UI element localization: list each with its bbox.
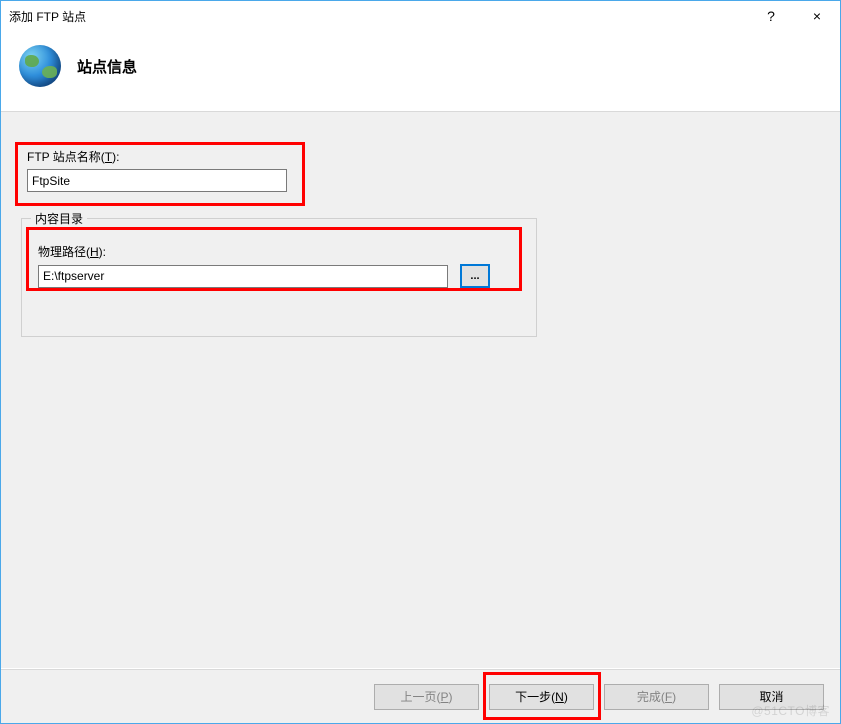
globe-icon: [19, 45, 61, 87]
content-directory-group: 内容目录 物理路径(H): ...: [21, 218, 537, 337]
site-name-label: FTP 站点名称(T):: [27, 148, 820, 165]
help-button[interactable]: ?: [748, 1, 794, 31]
wizard-footer: 上一页(P) 下一步(N) 完成(F) 取消: [1, 669, 840, 723]
next-button[interactable]: 下一步(N): [489, 684, 594, 710]
wizard-content: FTP 站点名称(T): 内容目录 物理路径(H): ...: [1, 112, 840, 668]
wizard-header: 站点信息: [1, 31, 840, 112]
wizard-header-title: 站点信息: [77, 56, 137, 77]
physical-path-input[interactable]: [38, 265, 448, 288]
physical-path-group: 物理路径(H): ...: [34, 237, 524, 288]
finish-button: 完成(F): [604, 684, 709, 710]
titlebar-controls: ? ×: [748, 1, 840, 31]
site-name-input[interactable]: [27, 169, 287, 192]
site-name-group: FTP 站点名称(T):: [27, 148, 820, 192]
prev-button: 上一页(P): [374, 684, 479, 710]
content-directory-legend: 内容目录: [31, 210, 87, 227]
cancel-button[interactable]: 取消: [719, 684, 824, 710]
physical-path-label: 物理路径(H):: [38, 243, 520, 260]
browse-button[interactable]: ...: [460, 264, 490, 288]
window-title: 添加 FTP 站点: [9, 8, 86, 25]
titlebar: 添加 FTP 站点 ? ×: [1, 1, 840, 31]
close-button[interactable]: ×: [794, 1, 840, 31]
